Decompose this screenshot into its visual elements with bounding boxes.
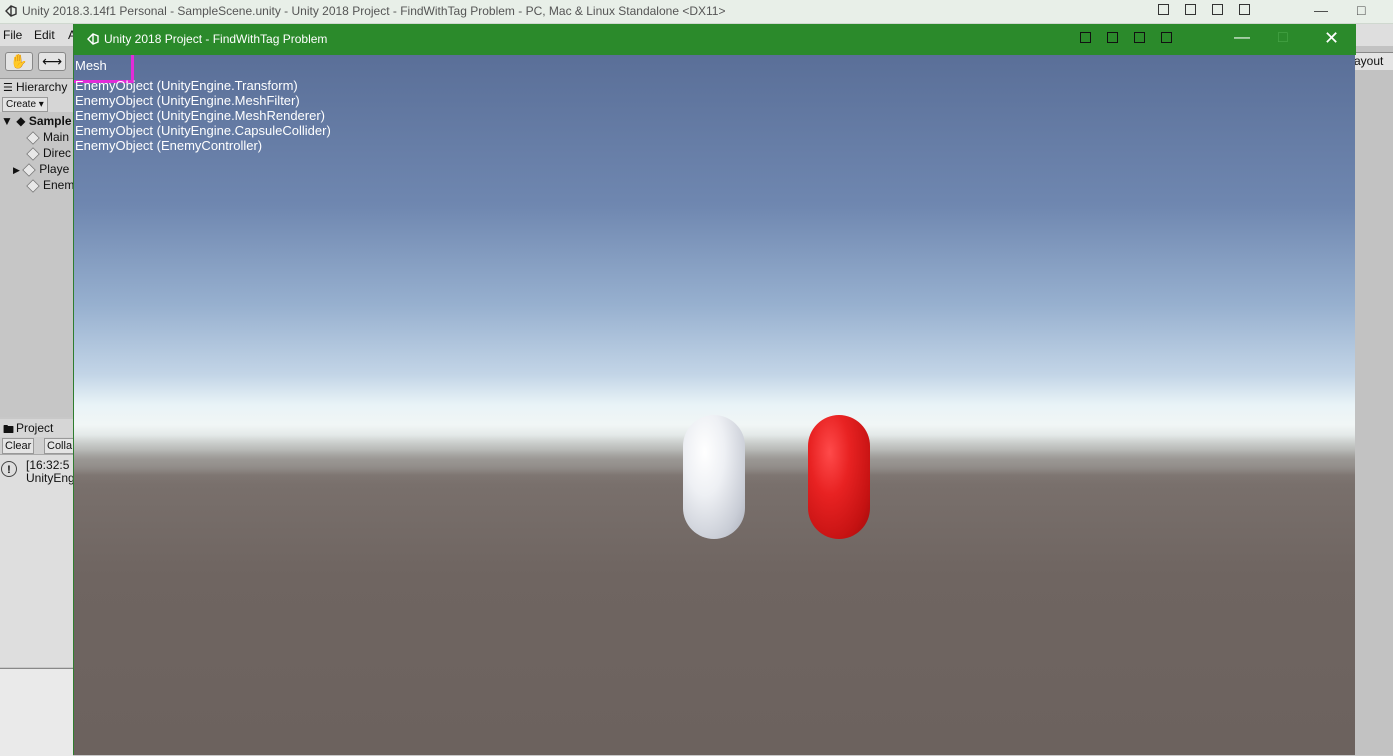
console-area <box>0 455 73 667</box>
move-tool-button[interactable]: ⟷ <box>38 52 66 71</box>
menu-edit[interactable]: Edit <box>34 28 55 42</box>
hierarchy-item[interactable]: ▶ Playe <box>13 162 69 177</box>
player-capsule <box>683 415 745 539</box>
move-icon: ⟷ <box>41 53 63 69</box>
window-tool-icon[interactable] <box>1080 32 1091 43</box>
component-list: EnemyObject (UnityEngine.Transform) Enem… <box>75 78 331 153</box>
player-title: Unity 2018 Project - FindWithTag Problem <box>104 32 328 46</box>
hierarchy-list: ▼ ◆ Sample Main Direc ▶ Playe Enem <box>0 112 74 417</box>
hierarchy-item[interactable]: Enem <box>26 178 74 193</box>
list-icon: ☰ <box>3 82 13 94</box>
window-tool-icon[interactable] <box>1134 32 1145 43</box>
window-tool-icon[interactable] <box>1185 4 1196 15</box>
unity-logo-icon <box>87 33 99 45</box>
player-close-icon[interactable]: ✕ <box>1324 28 1339 49</box>
editor-titlebar: Unity 2018.3.14f1 Personal - SampleScene… <box>0 0 1393 24</box>
game-view[interactable]: Mesh EnemyObject (UnityEngine.Transform)… <box>74 55 1355 755</box>
window-tool-icon[interactable] <box>1212 4 1223 15</box>
component-line: EnemyObject (UnityEngine.MeshFilter) <box>75 93 300 108</box>
gameobject-icon <box>26 179 40 193</box>
component-line: EnemyObject (UnityEngine.Transform) <box>75 78 298 93</box>
hand-tool-button[interactable]: ✋ <box>5 52 33 71</box>
menu-file[interactable]: File <box>3 28 22 42</box>
window-tool-icon[interactable] <box>1107 32 1118 43</box>
player-toolbar-icons <box>1080 32 1172 43</box>
component-line: EnemyObject (UnityEngine.CapsuleCollider… <box>75 123 331 138</box>
player-titlebar: Unity 2018 Project - FindWithTag Problem… <box>74 24 1356 55</box>
gameobject-icon <box>26 147 40 161</box>
hierarchy-tab-label: Hierarchy <box>16 80 68 94</box>
project-tab-label: Project <box>16 421 54 435</box>
gameobject-icon <box>22 163 37 177</box>
layout-dropdown[interactable]: ayout <box>1350 52 1393 71</box>
editor-title: Unity 2018.3.14f1 Personal - SampleScene… <box>22 4 726 18</box>
component-line: EnemyObject (EnemyController) <box>75 138 263 153</box>
unity-logo-icon <box>5 5 17 17</box>
clear-button[interactable]: Clear <box>2 438 35 454</box>
scene-name: Sample <box>28 114 72 128</box>
player-maximize-icon[interactable]: □ <box>1278 29 1288 47</box>
window-tool-icon[interactable] <box>1239 4 1250 15</box>
title-toolbar-icons <box>1158 4 1250 15</box>
console-message-time[interactable]: [16:32:5 <box>26 458 73 472</box>
console-detail-pane <box>0 668 73 756</box>
player-window: Unity 2018 Project - FindWithTag Problem… <box>73 24 1356 755</box>
unity-scene-icon: ◆ <box>16 114 26 128</box>
window-tool-icon[interactable] <box>1161 32 1172 43</box>
component-line: EnemyObject (UnityEngine.MeshRenderer) <box>75 108 325 123</box>
expand-arrow-icon[interactable]: ▶ <box>13 165 20 175</box>
editor-minimize-icon[interactable]: — <box>1314 2 1328 18</box>
scene-row[interactable]: ▼ ◆ Sample <box>1 114 72 128</box>
hierarchy-tab[interactable]: ☰ Hierarchy <box>0 79 73 97</box>
inspector-panel <box>1355 70 1393 755</box>
enemy-capsule <box>808 415 870 539</box>
expand-arrow-icon[interactable]: ▼ <box>1 114 13 128</box>
project-tab[interactable]: 🖿 Project <box>0 419 73 438</box>
hierarchy-item[interactable]: Main <box>26 130 69 145</box>
hierarchy-item[interactable]: Direc <box>26 146 71 161</box>
player-minimize-icon[interactable]: — <box>1234 29 1250 47</box>
mesh-label: Mesh <box>75 58 107 73</box>
hand-icon: ✋ <box>10 53 28 69</box>
window-tool-icon[interactable] <box>1158 4 1169 15</box>
warning-icon: ! <box>1 461 17 477</box>
gameobject-icon <box>26 131 40 145</box>
console-message-text[interactable]: UnityEng <box>26 471 73 485</box>
create-dropdown[interactable]: Create ▾ <box>2 97 48 112</box>
editor-maximize-icon[interactable]: □ <box>1357 2 1365 18</box>
